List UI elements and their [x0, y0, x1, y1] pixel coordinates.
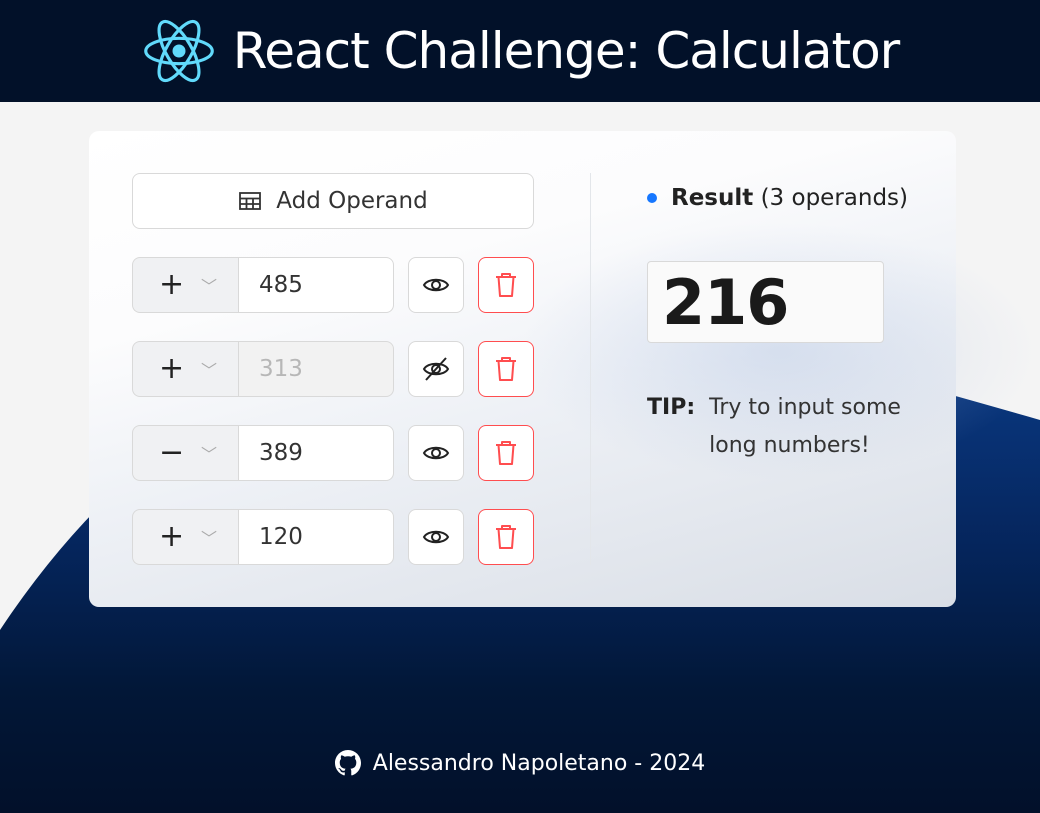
eye-icon	[422, 446, 450, 460]
operand-count: (3 operands)	[760, 185, 909, 211]
delete-operand-button[interactable]	[478, 341, 534, 397]
operator-value: +	[159, 267, 185, 302]
status-dot-icon	[647, 193, 657, 203]
operand-input[interactable]: 389	[238, 425, 394, 481]
operand-row: + ﹀ 485	[132, 257, 534, 313]
card-divider	[590, 173, 591, 565]
trash-icon	[496, 357, 516, 381]
result-label: Result	[671, 185, 754, 211]
operator-value: +	[159, 519, 185, 554]
footer-text: Alessandro Napoletano - 2024	[372, 750, 706, 776]
chevron-down-icon: ﹀	[201, 445, 218, 464]
operator-select[interactable]: − ﹀	[132, 425, 239, 481]
delete-operand-button[interactable]	[478, 509, 534, 565]
eye-icon	[422, 530, 450, 544]
tip-text: Try to input some long numbers!	[709, 395, 901, 458]
operand-input[interactable]: 313	[238, 341, 394, 397]
tip-label: TIP:	[647, 395, 696, 420]
app-header: React Challenge: Calculator	[0, 0, 1040, 102]
chevron-down-icon: ﹀	[201, 361, 218, 380]
table-icon	[239, 192, 262, 210]
delete-operand-button[interactable]	[478, 257, 534, 313]
operator-select[interactable]: + ﹀	[132, 257, 239, 313]
tip: TIP: Try to input some long numbers!	[647, 389, 909, 465]
result-header: Result (3 operands)	[647, 185, 908, 211]
trash-icon	[496, 441, 516, 465]
operand-row: − ﹀ 389	[132, 425, 534, 481]
operator-select[interactable]: + ﹀	[132, 341, 239, 397]
trash-icon	[496, 273, 516, 297]
chevron-down-icon: ﹀	[201, 277, 218, 296]
toggle-visibility-button[interactable]	[408, 425, 464, 481]
github-icon[interactable]	[334, 750, 361, 776]
result-value: 216	[647, 261, 884, 343]
operand-row: + ﹀ 120	[132, 509, 534, 565]
toggle-visibility-button[interactable]	[408, 341, 464, 397]
trash-icon	[496, 525, 516, 549]
chevron-down-icon: ﹀	[201, 529, 218, 548]
footer: Alessandro Napoletano - 2024	[0, 745, 1040, 781]
operand-input[interactable]: 485	[238, 257, 394, 313]
operand-input[interactable]: 120	[238, 509, 394, 565]
toggle-visibility-button[interactable]	[408, 257, 464, 313]
add-operand-button[interactable]: Add Operand	[132, 173, 534, 229]
page-title: React Challenge: Calculator	[232, 22, 901, 80]
operator-value: −	[159, 435, 185, 470]
operator-value: +	[159, 351, 185, 386]
delete-operand-button[interactable]	[478, 425, 534, 481]
react-logo-icon	[143, 19, 214, 83]
add-operand-label: Add Operand	[276, 188, 428, 214]
operand-row: + ﹀ 313	[132, 341, 534, 397]
eye-off-icon	[422, 357, 450, 381]
eye-icon	[422, 278, 450, 292]
toggle-visibility-button[interactable]	[408, 509, 464, 565]
calculator-card: Add Operand + ﹀ 485 + ﹀ 313 − ﹀ 389 + ﹀ …	[89, 131, 1039, 607]
operator-select[interactable]: + ﹀	[132, 509, 239, 565]
